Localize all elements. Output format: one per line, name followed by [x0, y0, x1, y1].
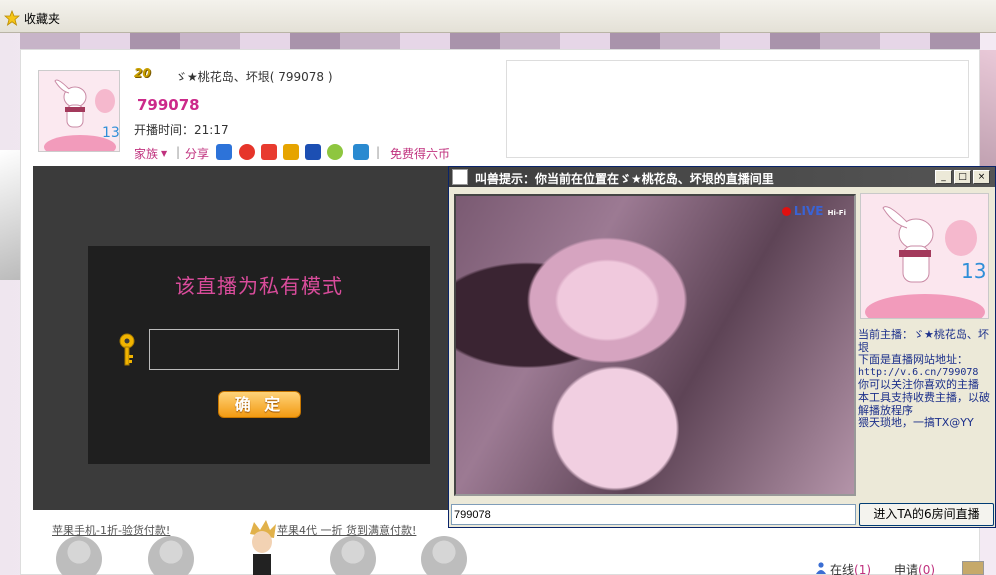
anchor-name: ゞ★桃花岛、坏垠( 799078 )	[175, 68, 333, 85]
ad-link-right[interactable]: 苹果4代 一折 货到满意付款!	[277, 522, 416, 538]
favorites-button[interactable]: 收藏夹	[24, 10, 60, 27]
room-number: 799078	[137, 96, 200, 114]
fan-avatar[interactable]	[330, 536, 376, 575]
tab-online[interactable]: 在线(1)	[830, 561, 871, 575]
fan-avatar[interactable]	[148, 536, 194, 575]
minimize-button[interactable]: _	[935, 170, 952, 184]
share-paw-icon[interactable]	[305, 144, 321, 160]
current-anchor-line: 当前主播：ゞ★桃花岛、坏垠	[858, 328, 989, 354]
private-mode-title: 该直播为私有模式	[175, 274, 343, 298]
maximize-button[interactable]: □	[954, 170, 971, 184]
password-input[interactable]	[149, 329, 399, 370]
tab-apply-label: 申请	[894, 563, 919, 575]
favorites-bar: 收藏夹	[0, 0, 996, 33]
confirm-button[interactable]: 确 定	[218, 391, 301, 418]
share-tianya-icon[interactable]	[283, 144, 299, 160]
share-kaixin-icon[interactable]	[327, 144, 343, 160]
tool-info-text: 当前主播：ゞ★桃花岛、坏垠 下面是直播网站地址： http://v.6.cn/7…	[858, 328, 995, 430]
level-badge: 20	[134, 66, 151, 80]
tool-window-title: 叫兽提示：你当前在位置在ゞ★桃花岛、坏垠的直播间里	[475, 172, 774, 186]
anchor-avatar[interactable]: 13	[38, 70, 120, 152]
start-time: 开播时间：21:17	[134, 123, 229, 137]
share-p-icon[interactable]	[353, 144, 369, 160]
info-line: 本工具支持收费主播，以破解播放程序	[858, 390, 990, 417]
decorative-shard-left	[0, 150, 20, 280]
live-dot-icon	[781, 207, 791, 216]
star-icon	[4, 10, 20, 26]
share-star-icon[interactable]	[261, 144, 277, 160]
divider: |	[176, 145, 181, 159]
online-count: (1)	[854, 563, 872, 575]
svg-text:13: 13	[961, 259, 986, 283]
key-icon	[119, 333, 135, 366]
share-renren-icon[interactable]	[216, 144, 232, 160]
decorative-banner	[20, 33, 980, 49]
hifi-label: Hi-Fi	[827, 209, 846, 217]
enter-room-button[interactable]: 进入TA的6房间直播	[859, 503, 994, 526]
share-link[interactable]: 分享	[185, 145, 209, 162]
user-icon	[816, 562, 826, 574]
app-icon	[452, 169, 468, 185]
fan-avatar[interactable]	[56, 536, 102, 575]
live-video-feed: LIVE Hi-Fi	[454, 194, 856, 496]
apply-count: (0)	[918, 563, 936, 575]
divider: |	[376, 145, 381, 159]
live-label: LIVE	[793, 204, 824, 218]
svg-text:13: 13	[102, 125, 120, 141]
notice-box	[506, 60, 969, 158]
mini-avatar[interactable]	[962, 561, 984, 575]
cartoon-rabbit-image: 13	[861, 194, 988, 318]
tool-window-titlebar[interactable]: 叫兽提示：你当前在位置在ゞ★桃花岛、坏垠的直播间里 _ □ ×	[449, 167, 995, 187]
site-address-label: 下面是直播网站地址：	[858, 353, 968, 367]
tool-window: 叫兽提示：你当前在位置在ゞ★桃花岛、坏垠的直播间里 _ □ × LIVE Hi-…	[448, 166, 996, 528]
share-weibo-icon[interactable]	[239, 144, 255, 160]
fan-avatar[interactable]	[421, 536, 467, 575]
close-button[interactable]: ×	[973, 170, 990, 184]
tab-online-label: 在线	[830, 563, 855, 575]
tool-anchor-avatar: 13	[860, 193, 989, 319]
chevron-down-icon[interactable]: ▼	[161, 149, 167, 158]
info-line: 猥天琐地，一搞TX@YY	[858, 416, 974, 430]
cartoon-fan-avatar[interactable]	[244, 520, 280, 575]
anchor-room-id: ( 799078 )	[269, 70, 333, 84]
room-id-input[interactable]	[451, 504, 856, 525]
live-badge: LIVE Hi-Fi	[781, 204, 846, 218]
free-coin-link[interactable]: 免费得六币	[390, 145, 450, 162]
tab-apply[interactable]: 申请(0)	[894, 561, 935, 575]
cartoon-rabbit-image: 13	[39, 71, 120, 151]
ad-link-left[interactable]: 苹果手机-1折-验货付款!	[52, 522, 170, 538]
anchor-name-text: ゞ★桃花岛、坏垠	[175, 70, 270, 84]
family-link[interactable]: 家族	[134, 145, 158, 162]
